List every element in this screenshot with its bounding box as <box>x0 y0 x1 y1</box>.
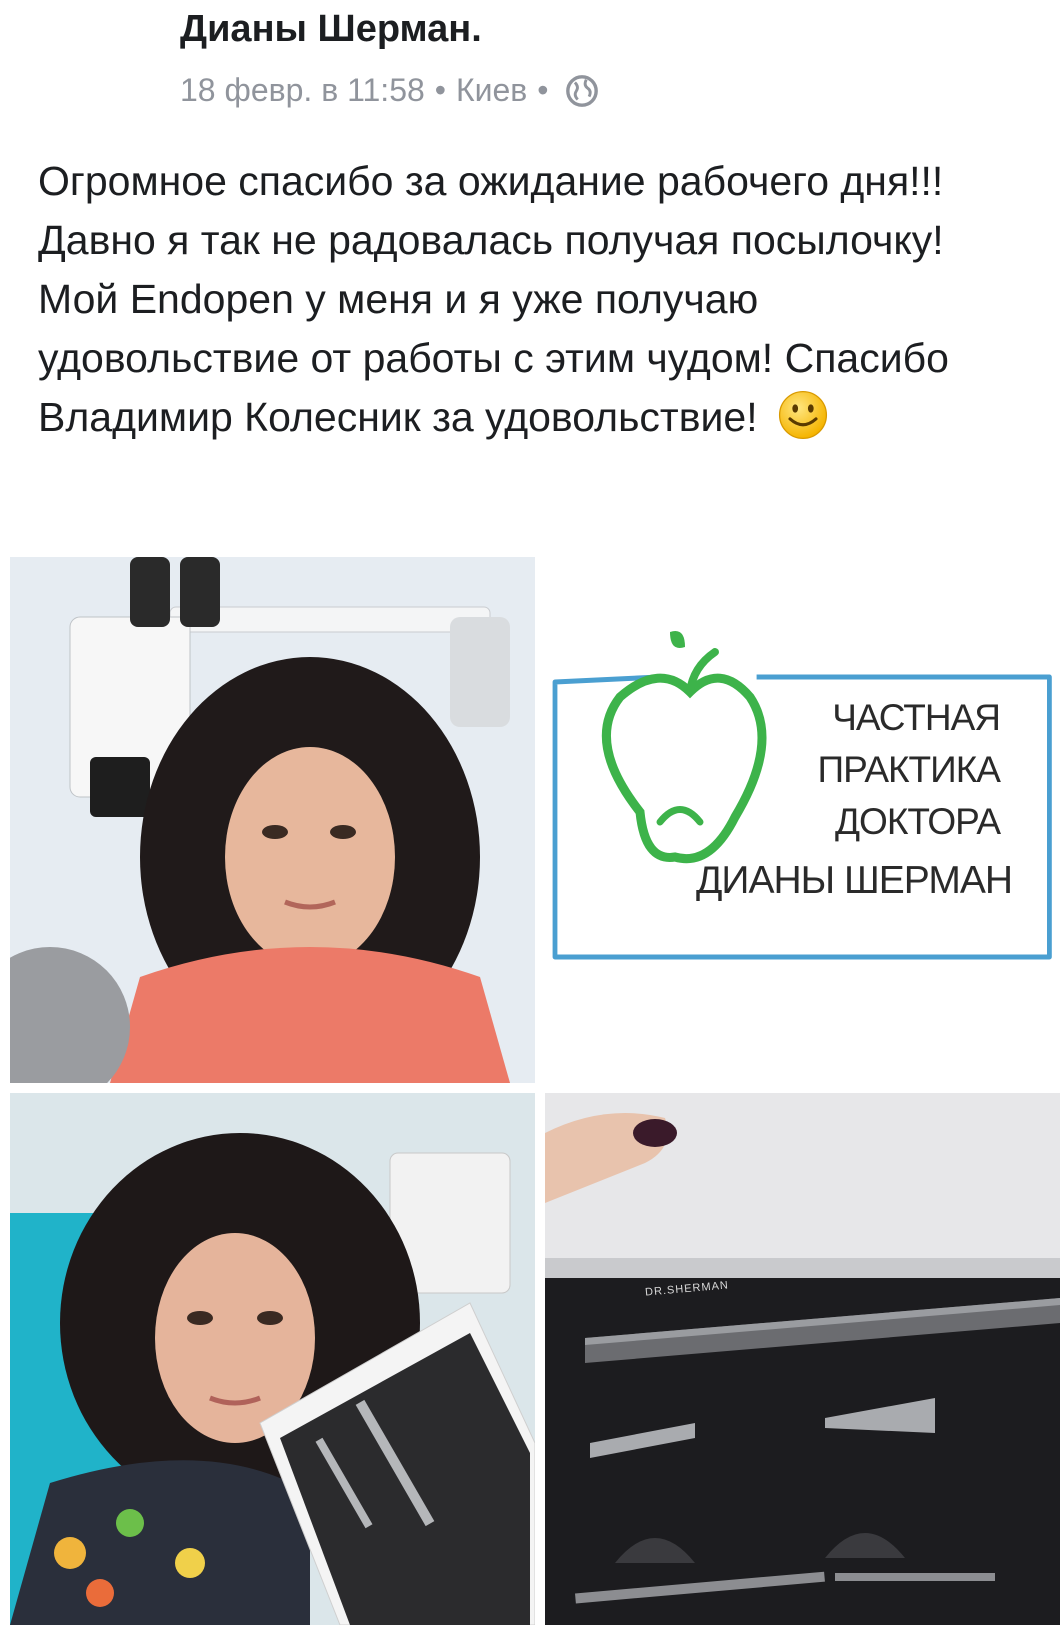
post-meta: 18 февр. в 11:58 • Киев • <box>180 72 599 109</box>
post-date[interactable]: 18 февр. в 11:58 <box>180 72 425 109</box>
logo-line-3: ДОКТОРА <box>835 801 1001 842</box>
meta-separator: • <box>537 72 549 108</box>
photo-doctor-microscope[interactable] <box>10 557 535 1083</box>
smiley-emoji-icon <box>778 390 828 440</box>
logo-line-1: ЧАСТНАЯ <box>832 697 1001 738</box>
logo-line-2: ПРАКТИКА <box>817 749 1001 790</box>
photo-clinic-logo[interactable]: ЧАСТНАЯ ПРАКТИКА ДОКТОРА ДИАНЫ ШЕРМАН <box>545 557 1060 1083</box>
logo-line-4: ДИАНЫ ШЕРМАН <box>696 859 1013 902</box>
post-text: Огромное спасибо за ожидание рабочего дн… <box>38 152 1028 447</box>
photo-doctor-with-case[interactable] <box>10 1093 535 1625</box>
post-author[interactable]: Дианы Шерман. <box>180 8 482 51</box>
meta-separator: • <box>434 72 446 108</box>
photo-endopen-case[interactable]: DR.SHERMAN <box>545 1093 1060 1625</box>
endopen-case-image <box>545 1093 1060 1625</box>
globe-icon[interactable] <box>565 74 599 108</box>
doctor-microscope-image <box>10 557 535 1083</box>
post-location[interactable]: Киев <box>456 72 527 109</box>
doctor-with-case-image <box>10 1093 535 1625</box>
